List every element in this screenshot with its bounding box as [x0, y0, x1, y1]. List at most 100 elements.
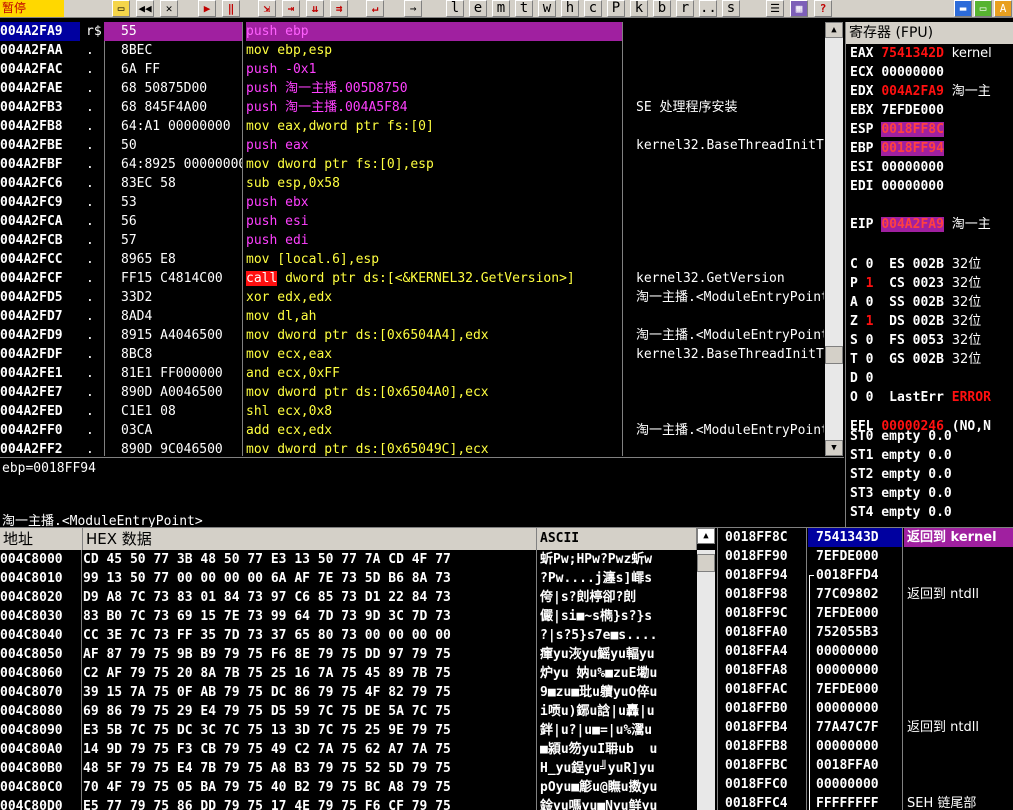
stack-row[interactable]: 0018FFA8 00000000	[718, 661, 1013, 680]
dump-row[interactable]: 004C8070 39 15 7A 75 0F AB 79 75 DC 86 79…	[0, 683, 697, 702]
stack-row[interactable]: 0018FF90 7EFDE000	[718, 547, 1013, 566]
window-button-3[interactable]: t	[515, 0, 533, 17]
window-button-2[interactable]: m	[492, 0, 510, 17]
disasm-row[interactable]: 004A2FCC. 8965 E8 mov [local.6],esp	[0, 250, 844, 269]
disasm-row[interactable]: 004A2FC6. 83EC 58 sub esp,0x58	[0, 174, 844, 193]
disasm-row[interactable]: 004A2FCF. FF15 C4814C00 call dword ptr ds:…	[0, 269, 844, 288]
register-row[interactable]: ESI 00000000	[850, 158, 952, 177]
fpu-row[interactable]: ST1 empty 0.0	[850, 446, 952, 465]
window-button-6[interactable]: c	[584, 0, 602, 17]
goto-icon[interactable]: →	[404, 0, 422, 17]
disasm-row[interactable]: 004A2FED. C1E1 08 shl ecx,0x8	[0, 402, 844, 421]
stack-row[interactable]: 0018FF98 77C09802 返回到 ntdll	[718, 585, 1013, 604]
fpu-row[interactable]: ST2 empty 0.0	[850, 465, 952, 484]
pause-icon[interactable]: ‖	[222, 0, 240, 17]
flag-row[interactable]: D 0	[850, 369, 905, 388]
flag-value[interactable]: 0	[866, 295, 874, 310]
register-value[interactable]: 7EFDE000	[881, 103, 944, 118]
flag-value[interactable]: 0	[866, 371, 874, 386]
register-row[interactable]: EBX 7EFDE000	[850, 101, 952, 120]
rewind-icon[interactable]: ◀◀	[136, 0, 154, 17]
dump-row[interactable]: 004C80C0 70 4F 79 75 05 BA 79 75 40 B2 79…	[0, 778, 697, 797]
register-value[interactable]: 00000000	[881, 160, 944, 175]
register-value[interactable]: 00000000	[881, 179, 944, 194]
disasm-row[interactable]: 004A2FCB. 57 push edi	[0, 231, 844, 250]
scroll-thumb[interactable]	[825, 346, 843, 364]
disasm-row[interactable]: 004A2FCA. 56 push esi	[0, 212, 844, 231]
register-row[interactable]: ECX 00000000	[850, 63, 952, 82]
dump-scrollbar[interactable]: ▲	[697, 528, 715, 810]
disasm-row[interactable]: 004A2FC9. 53 push ebx	[0, 193, 844, 212]
disasm-row[interactable]: 004A2FAA. 8BEC mov ebp,esp	[0, 41, 844, 60]
register-row[interactable]: EDX 004A2FA9 淘一主	[850, 82, 991, 101]
execute-till-return-icon[interactable]: ↵	[366, 0, 384, 17]
flag-row[interactable]: A 0 SS 002B 32位	[850, 293, 981, 312]
trace-over-icon[interactable]: ⇉	[330, 0, 348, 17]
stack-row[interactable]: 0018FFC0 00000000	[718, 775, 1013, 794]
dump-row[interactable]: 004C8020 D9 A8 7C 73 83 01 84 73 97 C6 85…	[0, 588, 697, 607]
dump-row[interactable]: 004C8060 C2 AF 79 75 20 8A 7B 75 25 16 7A…	[0, 664, 697, 683]
stack-row[interactable]: 0018FFBC 0018FFA0	[718, 756, 1013, 775]
flag-row[interactable]: P 1 CS 0023 32位	[850, 274, 981, 293]
dump-scroll-thumb[interactable]	[697, 554, 715, 572]
flag-value[interactable]: 1	[866, 314, 874, 329]
stack-row[interactable]: 0018FF94 0018FFD4	[718, 566, 1013, 585]
dump-row[interactable]: 004C8000 CD 45 50 77 3B 48 50 77 E3 13 50…	[0, 550, 697, 569]
dump-row[interactable]: 004C8080 69 86 79 75 29 E4 79 75 D5 59 7C…	[0, 702, 697, 721]
dump-row[interactable]: 004C8050 AF 87 79 75 9B B9 79 75 F6 8E 79…	[0, 645, 697, 664]
flag-value[interactable]: 0	[866, 333, 874, 348]
dump-row[interactable]: 004C8090 E3 5B 7C 75 DC 3C 7C 75 13 3D 7C…	[0, 721, 697, 740]
dump-row[interactable]: 004C8010 99 13 50 77 00 00 00 00 6A AF 7E…	[0, 569, 697, 588]
disasm-row[interactable]: 004A2FAC. 6A FF push -0x1	[0, 60, 844, 79]
restore-window-icon[interactable]: ▭	[974, 0, 992, 17]
register-value[interactable]: 00000000	[881, 65, 944, 80]
disasm-row[interactable]: 004A2FB8. 64:A1 00000000 mov eax,dword ptr…	[0, 117, 844, 136]
window-button-11[interactable]: ...	[699, 0, 717, 17]
hex-dump-pane[interactable]: 地址 HEX 数据 ASCII 004C8000 CD 45 50 77 3B 4…	[0, 527, 717, 810]
dump-scroll-up-icon[interactable]: ▲	[697, 528, 715, 544]
disasm-row[interactable]: 004A2FD9. 8915 A4046500 mov dword ptr ds:[…	[0, 326, 844, 345]
stack-row[interactable]: 0018FFB0 00000000	[718, 699, 1013, 718]
dump-row[interactable]: 004C80D0 E5 77 79 75 86 DD 79 75 17 4E 79…	[0, 797, 697, 810]
register-value[interactable]: 004A2FA9	[881, 217, 944, 232]
flag-row[interactable]: C 0 ES 002B 32位	[850, 255, 981, 274]
window-button-10[interactable]: r	[676, 0, 694, 17]
register-row[interactable]: EAX 7541342D kernel	[850, 44, 992, 63]
dump-header-ascii[interactable]: ASCII	[537, 528, 697, 550]
stack-row[interactable]: 0018FFC4 FFFFFFFF SEH 链尾部	[718, 794, 1013, 810]
scroll-down-icon[interactable]: ▼	[825, 440, 843, 456]
disasm-row[interactable]: 004A2FAE. 68 50875D00 push 淘一主播.005D8750	[0, 79, 844, 98]
list-icon[interactable]: ☰	[766, 0, 784, 17]
register-value[interactable]: 0018FF8C	[881, 122, 944, 137]
disasm-row[interactable]: 004A2FB3. 68 845F4A00 push 淘一主播.004A5F84 SE…	[0, 98, 844, 117]
flag-value[interactable]: 0	[866, 352, 874, 367]
stack-pane[interactable]: 0018FF8C 7541343D 返回到 kernel 0018FF90 7EFDE0…	[717, 527, 1013, 810]
run-icon[interactable]: ▶	[198, 0, 216, 17]
stack-row[interactable]: 0018FF9C 7EFDE000	[718, 604, 1013, 623]
open-folder-icon[interactable]: ▭	[112, 0, 130, 17]
dump-row[interactable]: 004C80B0 48 5F 79 75 E4 7B 79 75 A8 B3 79…	[0, 759, 697, 778]
disassembly-pane[interactable]: 004A2FA9 r$ 55 push ebp 004A2FAA. 8BEC mov ebp…	[0, 22, 844, 456]
window-button-4[interactable]: w	[538, 0, 556, 17]
disasm-row[interactable]: 004A2FE1. 81E1 FF000000 and ecx,0xFF	[0, 364, 844, 383]
disasm-row[interactable]: 004A2FD5. 33D2 xor edx,edx 淘一主播.<ModuleEntr…	[0, 288, 844, 307]
register-row[interactable]: EIP 004A2FA9 淘一主	[850, 215, 991, 234]
fpu-row[interactable]: ST4 empty 0.0	[850, 503, 952, 522]
minimize-window-icon[interactable]: ▬	[954, 0, 972, 17]
window-button-8[interactable]: k	[630, 0, 648, 17]
dump-row[interactable]: 004C80A0 14 9D 79 75 F3 CB 79 75 49 C2 7A…	[0, 740, 697, 759]
disasm-row[interactable]: 004A2FA9 r$ 55 push ebp	[0, 22, 844, 41]
stack-row[interactable]: 0018FF8C 7541343D 返回到 kernel	[718, 528, 1013, 547]
stack-row[interactable]: 0018FFA4 00000000	[718, 642, 1013, 661]
window-button-1[interactable]: e	[469, 0, 487, 17]
register-row[interactable]: ESP 0018FF8C	[850, 120, 952, 139]
register-value[interactable]: 7541342D	[881, 46, 944, 61]
disasm-row[interactable]: 004A2FBF. 64:8925 00000000 mov dword ptr f…	[0, 155, 844, 174]
disasm-row[interactable]: 004A2FF0. 03CA add ecx,edx 淘一主播.<ModuleEntr…	[0, 421, 844, 440]
fpu-row[interactable]: ST0 empty 0.0	[850, 427, 952, 446]
window-button-9[interactable]: b	[653, 0, 671, 17]
register-row[interactable]: EDI 00000000	[850, 177, 952, 196]
disasm-row[interactable]: 004A2FE7. 890D A0046500 mov dword ptr ds:[…	[0, 383, 844, 402]
step-into-icon[interactable]: ⇲	[258, 0, 276, 17]
scroll-up-icon[interactable]: ▲	[825, 22, 843, 38]
